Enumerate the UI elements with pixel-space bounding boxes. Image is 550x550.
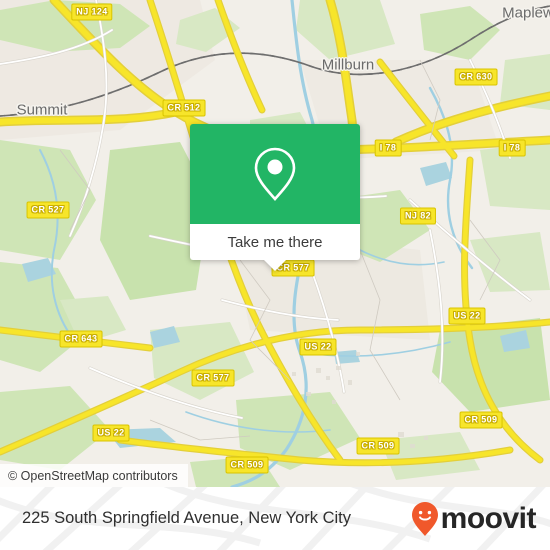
road-shield-us-22-east: US 22 [448,307,486,325]
road-shield-cr-527: CR 527 [26,201,70,219]
road-shield-cr-509-west: CR 509 [225,456,269,474]
place-label-millburn: Millburn [321,56,375,74]
road-shield-us-22-mid: US 22 [299,338,337,356]
road-shield-cr-509-east: CR 509 [459,411,503,429]
address-label: 225 South Springfield Avenue, New York C… [22,509,351,527]
osm-attribution[interactable]: © OpenStreetMap contributors [0,464,188,487]
popup-pointer-tail [264,260,286,271]
place-label-summit: Summit [16,101,68,119]
location-popup-card[interactable]: Take me there [190,124,360,271]
road-shield-nj-124: NJ 124 [71,3,113,21]
road-shield-cr-643: CR 643 [59,330,103,348]
footer-bar: 225 South Springfield Avenue, New York C… [0,487,550,550]
road-shield-us-22-west: US 22 [92,424,130,442]
map-pin-icon [254,147,296,201]
map-canvas[interactable]: .green { fill:#cfe5b6; } .green2 { fill:… [0,0,550,487]
take-me-there-button[interactable]: Take me there [190,224,360,260]
place-label-maplewood: Maplew [502,4,550,22]
road-shield-cr-509-mid: CR 509 [356,437,400,455]
moovit-wordmark: moovit [440,501,537,535]
popup-header [190,124,360,224]
road-shield-cr-512: CR 512 [162,99,206,117]
screenshot-root: .green { fill:#cfe5b6; } .green2 { fill:… [0,0,550,550]
road-shield-i-78-west: I 78 [374,139,402,157]
moovit-smiley-pin-icon [411,501,438,536]
road-shield-cr-630: CR 630 [454,68,498,86]
road-shield-i-78-east: I 78 [498,139,526,157]
moovit-logo[interactable]: moovit [411,501,537,537]
road-shield-nj-82: NJ 82 [399,207,437,225]
road-shield-cr-577-lower: CR 577 [191,369,235,387]
